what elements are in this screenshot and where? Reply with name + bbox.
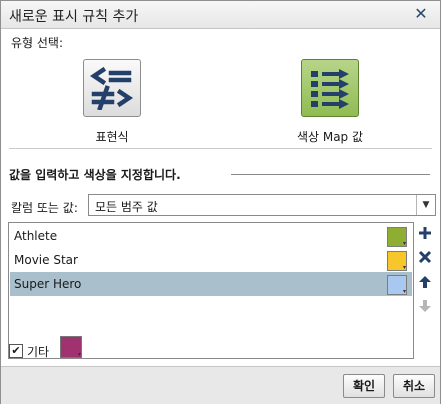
dropdown-corner-icon: ▾	[77, 351, 81, 358]
new-display-rule-dialog: 새로운 표시 규칙 추가 ✕ 유형 선택: 표현식 색상 Map 값 값을 입력…	[0, 0, 441, 404]
expression-icon	[83, 59, 141, 117]
ok-button[interactable]: 확인	[343, 374, 385, 398]
column-value-label: 칼럼 또는 값:	[11, 201, 78, 215]
divider	[9, 148, 432, 149]
type-select-label: 유형 선택:	[11, 36, 64, 50]
list-item-label: Super Hero	[14, 277, 82, 291]
close-button[interactable]: ✕	[412, 4, 430, 24]
dropdown-corner-icon: ▾	[402, 240, 406, 247]
column-value-select[interactable]: 모든 범주 값 ▼	[88, 194, 436, 216]
dropdown-corner-icon: ▾	[402, 288, 406, 295]
color-swatch-button[interactable]: ▾	[387, 275, 407, 295]
color-map-icon	[301, 59, 359, 117]
delete-icon[interactable]	[416, 250, 434, 268]
list-item-label: Athlete	[14, 229, 58, 243]
dropdown-corner-icon: ▾	[402, 264, 406, 271]
move-up-icon[interactable]	[416, 275, 434, 293]
section-rule	[231, 174, 430, 175]
add-icon[interactable]	[416, 226, 434, 244]
move-down-icon[interactable]	[416, 299, 434, 317]
cancel-button[interactable]: 취소	[393, 374, 435, 398]
list-item[interactable]: Athlete ▾	[10, 224, 412, 248]
chevron-down-icon[interactable]: ▼	[416, 195, 435, 215]
other-checkbox[interactable]: ✔	[9, 344, 23, 358]
dialog-footer: 확인 취소	[1, 366, 440, 404]
title-bar: 새로운 표시 규칙 추가 ✕	[1, 1, 440, 29]
expression-type-label: 표현식	[95, 130, 129, 144]
dialog-title: 새로운 표시 규칙 추가	[9, 9, 139, 25]
color-swatch-button[interactable]: ▾	[387, 251, 407, 271]
section-heading: 값을 입력하고 색상을 지정합니다.	[9, 166, 189, 183]
list-item-label: Movie Star	[14, 253, 78, 267]
other-color-swatch[interactable]: ▾	[60, 336, 82, 358]
color-map-type-option[interactable]: 색상 Map 값	[270, 59, 390, 145]
column-value-selected: 모든 범주 값	[95, 200, 158, 214]
list-item-selected[interactable]: Super Hero ▾	[10, 272, 412, 296]
other-label: 기타	[27, 345, 50, 359]
color-map-type-label: 색상 Map 값	[296, 130, 364, 144]
list-item[interactable]: Movie Star ▾	[10, 248, 412, 272]
expression-type-option[interactable]: 표현식	[52, 59, 172, 145]
color-swatch-button[interactable]: ▾	[387, 227, 407, 247]
